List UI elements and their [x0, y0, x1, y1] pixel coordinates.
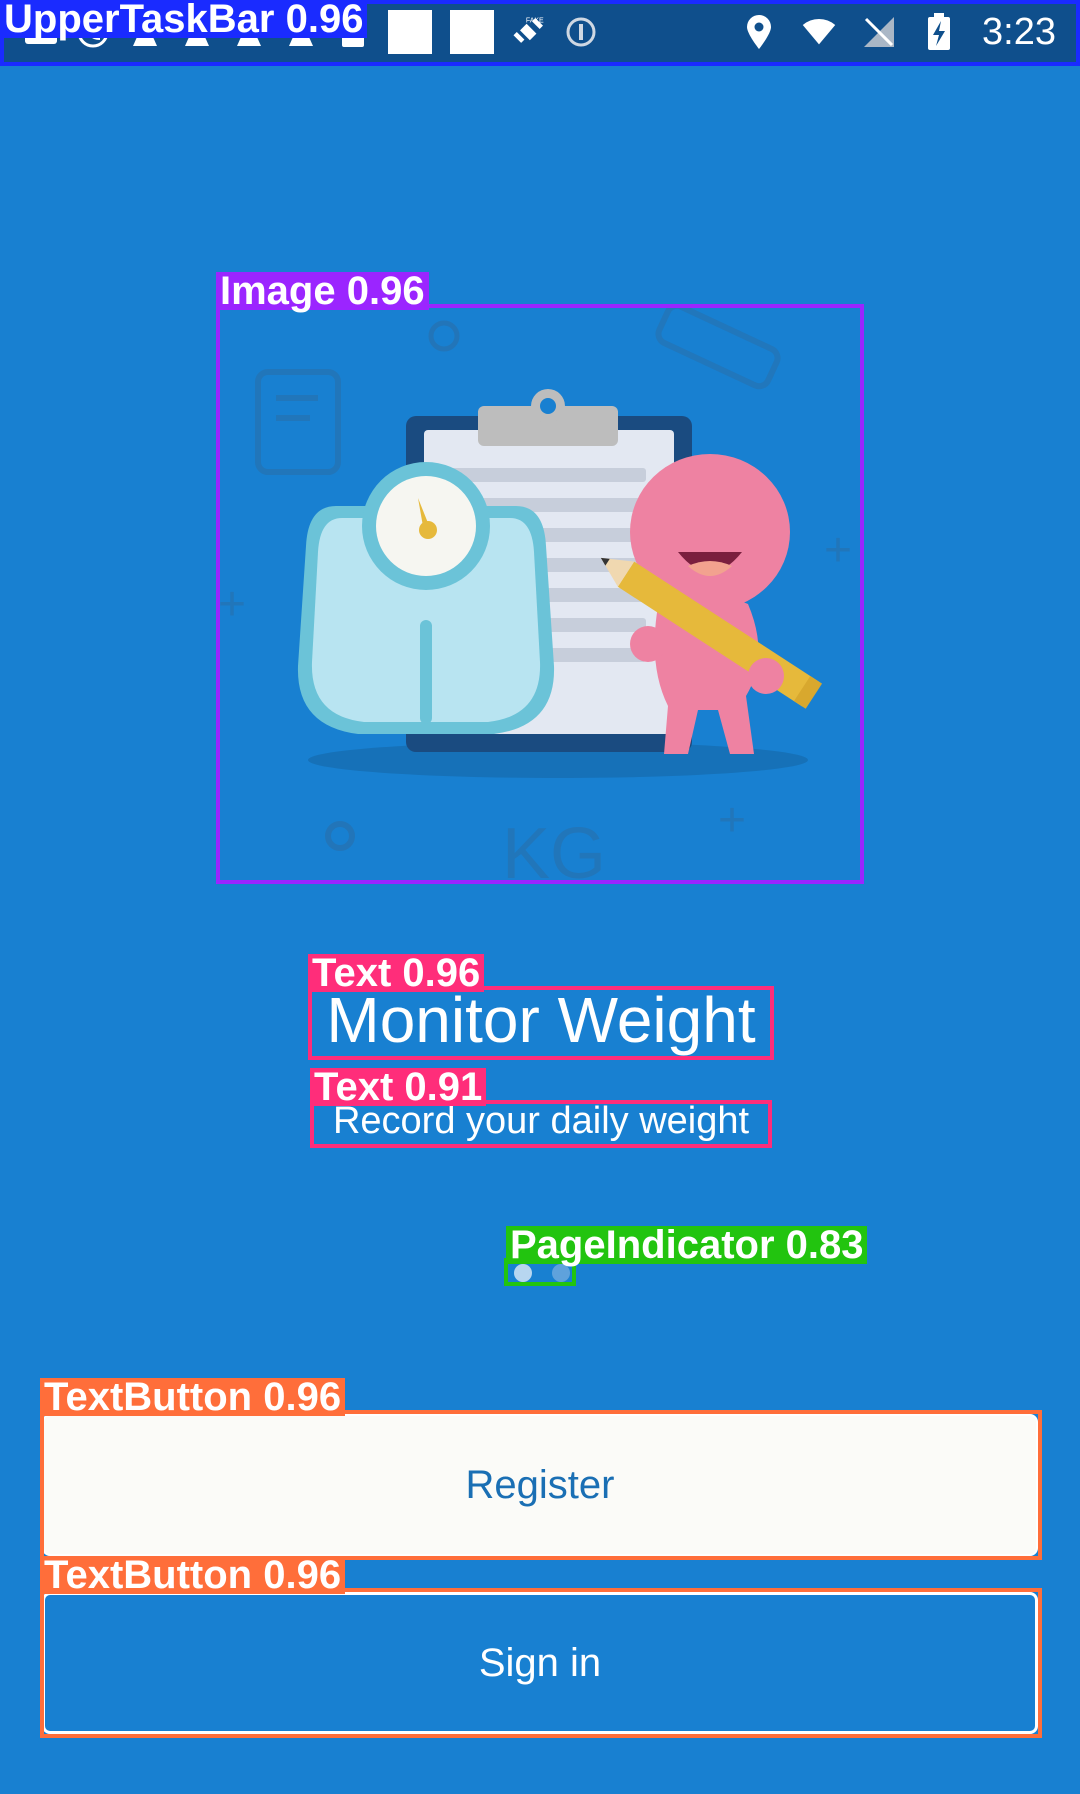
detection-box-image [216, 304, 864, 884]
detection-label-status-bar: UpperTaskBar 0.96 [0, 0, 368, 39]
detection-label-subtitle: Text 0.91 [310, 1067, 487, 1107]
detection-label-indicator: PageIndicator 0.83 [506, 1225, 868, 1265]
detection-label-signin: TextButton 0.96 [40, 1555, 346, 1595]
detection-label-image: Image 0.96 [216, 271, 429, 311]
detection-box-title [308, 986, 774, 1060]
detection-label-title: Text 0.96 [308, 953, 485, 993]
detection-box-register [40, 1410, 1042, 1560]
detection-label-register: TextButton 0.96 [40, 1377, 346, 1417]
detection-box-signin [40, 1588, 1042, 1738]
